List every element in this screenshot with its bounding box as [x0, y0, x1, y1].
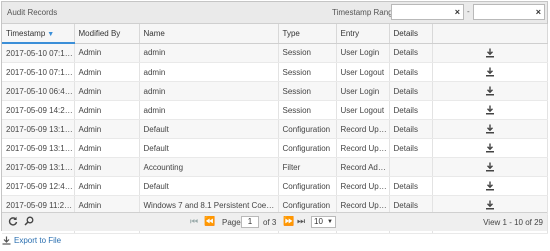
cell-type: Configuration: [278, 119, 337, 139]
table-row[interactable]: 2017-05-10 07:16:10 Admin admin Session User…: [2, 43, 548, 63]
refresh-icon[interactable]: [8, 216, 18, 228]
download-icon[interactable]: [432, 81, 548, 101]
cell-type: Session: [278, 62, 337, 82]
details-link[interactable]: Details: [389, 176, 433, 196]
first-page-icon[interactable]: ⏮: [190, 216, 198, 227]
details-link[interactable]: Details: [389, 43, 433, 63]
pager-bar: ⏮ ⏪ Page 1 of 3 ⏩ ⏭ 10 ▼ View 1 - 10 of 2…: [2, 212, 547, 231]
cell-modified-by: Admin: [74, 81, 140, 101]
column-header-type[interactable]: Type: [278, 24, 337, 44]
table-row[interactable]: 2017-05-09 13:15:55 Admin Default Configura…: [2, 138, 548, 158]
timestamp-from-input[interactable]: ×: [391, 4, 464, 20]
details-link[interactable]: Details: [389, 100, 433, 120]
table-row[interactable]: 2017-05-10 07:15:56 Admin admin Session User…: [2, 62, 548, 82]
cell-entry: User Logout: [336, 62, 390, 82]
timestamp-range-label: Timestamp Range: [332, 8, 398, 17]
cell-name: admin: [139, 100, 279, 120]
cell-type: Filter: [278, 157, 337, 177]
cell-timestamp: 2017-05-10 06:45:23: [2, 81, 75, 101]
cell-modified-by: Admin: [74, 62, 140, 82]
cell-entry: Record Updat...: [336, 119, 390, 139]
table-header-row: Timestamp ▼ Modified By Name Type Entry D…: [2, 24, 548, 44]
cell-timestamp: 2017-05-09 13:19:26: [2, 119, 75, 139]
cell-type: Session: [278, 100, 337, 120]
column-header-modified-by[interactable]: Modified By: [74, 24, 140, 44]
download-icon[interactable]: [432, 62, 548, 82]
download-icon[interactable]: [432, 119, 548, 139]
details-link[interactable]: Details: [389, 138, 433, 158]
cell-modified-by: Admin: [74, 100, 140, 120]
cell-name: admin: [139, 43, 279, 63]
cell-timestamp: 2017-05-09 12:42:01: [2, 176, 75, 196]
cell-type: Configuration: [278, 176, 337, 196]
details-link: [389, 157, 433, 177]
page-input[interactable]: 1: [241, 216, 259, 228]
download-icon[interactable]: [432, 157, 548, 177]
cell-modified-by: Admin: [74, 176, 140, 196]
column-header-name[interactable]: Name: [139, 24, 279, 44]
cell-type: Session: [278, 43, 337, 63]
cell-name: admin: [139, 81, 279, 101]
cell-entry: User Login: [336, 81, 390, 101]
record-summary: View 1 - 10 of 29: [483, 218, 543, 227]
last-page-icon[interactable]: ⏭: [297, 216, 305, 227]
details-link[interactable]: Details: [389, 81, 433, 101]
download-icon[interactable]: [432, 138, 548, 158]
clear-to-icon[interactable]: ×: [536, 7, 541, 17]
cell-modified-by: Admin: [74, 43, 140, 63]
cell-timestamp: 2017-05-09 13:14:29: [2, 157, 75, 177]
table-row[interactable]: 2017-05-09 14:24:03 Admin admin Session User…: [2, 100, 548, 120]
page-label: Page: [222, 218, 241, 227]
cell-timestamp: 2017-05-10 07:15:56: [2, 62, 75, 82]
panel-header: Audit Records Timestamp Range × - ×: [2, 2, 547, 24]
cell-name: admin: [139, 62, 279, 82]
details-link[interactable]: Details: [389, 62, 433, 82]
page-size-select[interactable]: 10 ▼: [311, 216, 336, 228]
cell-entry: Record Updat...: [336, 176, 390, 196]
download-icon: [2, 236, 11, 245]
cell-timestamp: 2017-05-09 14:24:03: [2, 100, 75, 120]
table-row[interactable]: 2017-05-10 06:45:23 Admin admin Session User…: [2, 81, 548, 101]
cell-modified-by: Admin: [74, 119, 140, 139]
search-icon[interactable]: [24, 216, 34, 228]
cell-timestamp: 2017-05-09 13:15:55: [2, 138, 75, 158]
cell-name: Default: [139, 119, 279, 139]
cell-name: Accounting: [139, 157, 279, 177]
table-row[interactable]: 2017-05-09 13:14:29 Admin Accounting Filter…: [2, 157, 548, 177]
cell-type: Session: [278, 81, 337, 101]
range-separator: -: [467, 7, 470, 16]
table-row[interactable]: 2017-05-09 13:19:26 Admin Default Configura…: [2, 119, 548, 139]
cell-entry: User Login: [336, 43, 390, 63]
cell-entry: User Logout: [336, 100, 390, 120]
cell-name: Default: [139, 138, 279, 158]
next-page-icon[interactable]: ⏩: [283, 216, 294, 227]
cell-timestamp: 2017-05-10 07:16:10: [2, 43, 75, 63]
clear-from-icon[interactable]: ×: [455, 7, 460, 17]
column-header-entry[interactable]: Entry: [336, 24, 390, 44]
panel-title: Audit Records: [7, 8, 58, 17]
prev-page-icon[interactable]: ⏪: [204, 216, 215, 227]
cell-modified-by: Admin: [74, 138, 140, 158]
cell-entry: Record Added: [336, 157, 390, 177]
download-icon[interactable]: [432, 176, 548, 196]
sort-desc-icon: ▼: [47, 30, 55, 38]
cell-entry: Record Updat...: [336, 138, 390, 158]
download-icon[interactable]: [432, 43, 548, 63]
column-header-download: [432, 24, 548, 44]
table-row[interactable]: 2017-05-09 12:42:01 Admin Default Configura…: [2, 176, 548, 196]
column-header-timestamp[interactable]: Timestamp ▼: [2, 24, 75, 44]
cell-type: Configuration: [278, 138, 337, 158]
download-icon[interactable]: [432, 100, 548, 120]
page-count-label: of 3: [263, 218, 277, 227]
timestamp-to-input[interactable]: ×: [473, 4, 545, 20]
cell-name: Default: [139, 176, 279, 196]
export-to-file-link[interactable]: Export to File: [2, 236, 61, 245]
cell-modified-by: Admin: [74, 157, 140, 177]
chevron-down-icon: ▼: [327, 219, 333, 225]
column-header-details: Details: [389, 24, 433, 44]
audit-table: Timestamp ▼ Modified By Name Type Entry D…: [2, 24, 548, 234]
details-link[interactable]: Details: [389, 119, 433, 139]
audit-records-panel: Audit Records Timestamp Range × - × Time…: [1, 1, 548, 234]
